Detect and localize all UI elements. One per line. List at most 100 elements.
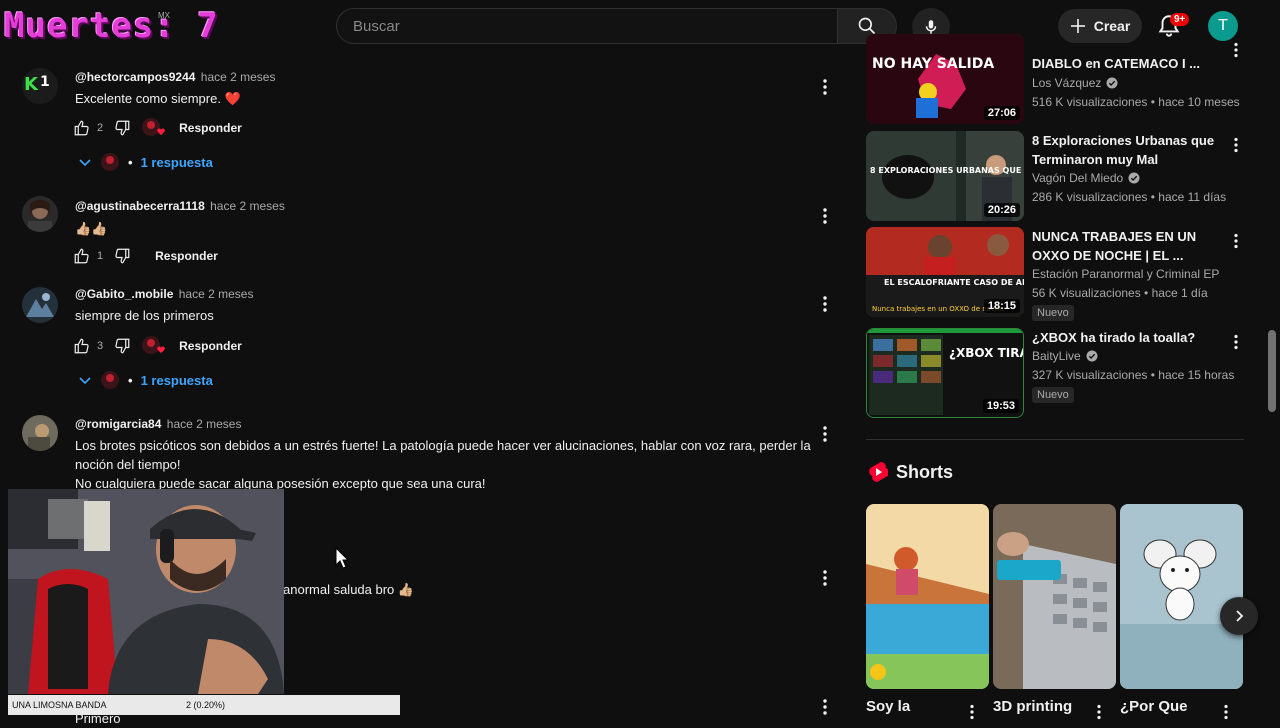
related-video[interactable]: ¿XBOX TIRA LA TOALLA? 19:53 ¿XBOX ha tir… [866,328,1266,418]
related-video[interactable]: EL ESCALOFRIANTE CASO DE AL Nunca trabaj… [866,227,1266,321]
dislike-icon[interactable] [113,337,131,355]
comment-text-line: Los brotes psicóticos son debidos a un e… [75,438,811,453]
more-options-icon[interactable] [820,78,830,96]
like-icon[interactable] [73,247,91,265]
creator-heart-icon [141,117,166,139]
more-options-icon[interactable] [1232,137,1240,153]
comment-author-handle[interactable]: @agustinabecerra1118 [75,199,205,213]
comment-author[interactable]: @romigarcia84 hace 2 meses [75,417,241,431]
comment-text: anormal saluda bro 👍🏼 [283,582,415,597]
video-thumbnail[interactable]: NO HAY SALIDA 27:06 [866,34,1024,124]
video-channel[interactable]: BaityLive [1032,349,1098,363]
comment-author[interactable]: @hectorcampos9244 hace 2 meses [75,70,275,84]
more-options-icon[interactable] [1232,334,1240,350]
related-video[interactable]: NO HAY SALIDA 27:06 DIABLO en CATEMACO I… [866,34,1266,124]
dislike-icon[interactable] [113,247,131,265]
channel-name[interactable]: Estación Paranormal y Criminal EP [1032,267,1219,281]
create-label: Crear [1093,18,1131,34]
comment-actions: 3 Responder [73,336,242,356]
related-video[interactable]: 8 EXPLORACIONES URBANAS QUE 20:26 8 Expl… [866,131,1266,221]
new-badge: Nuevo [1032,305,1074,321]
replies-count[interactable]: 1 respuesta [141,155,213,170]
video-channel[interactable]: Los Vázquez [1032,76,1118,90]
comment-author-handle[interactable]: @romigarcia84 [75,417,161,431]
channel-name[interactable]: BaityLive [1032,349,1081,363]
short-thumbnail[interactable] [1120,504,1243,689]
more-options-icon[interactable] [1095,704,1103,720]
avatar[interactable] [22,287,58,323]
video-title[interactable]: ¿XBOX ha tirado la toalla? [1032,328,1220,347]
more-options-icon[interactable] [1222,704,1230,720]
section-divider [866,439,1244,440]
shorts-icon [869,462,888,482]
avatar[interactable] [22,415,58,451]
thumbnail-text: EL ESCALOFRIANTE CASO DE AL [884,278,1024,287]
more-options-icon[interactable] [1232,42,1240,58]
comment-timestamp[interactable]: hace 2 meses [210,199,285,213]
comment-author-handle[interactable]: @Gabito_.mobile [75,287,173,301]
more-options-icon[interactable] [1232,233,1240,249]
comment-author[interactable]: @Gabito_.mobile hace 2 meses [75,287,253,301]
view-replies-button[interactable]: • 1 respuesta [78,370,213,390]
replies-count[interactable]: 1 respuesta [141,373,213,388]
shorts-next-button[interactable] [1220,597,1258,635]
video-title[interactable]: DIABLO en CATEMACO I ... [1032,54,1220,73]
video-title[interactable]: NUNCA TRABAJES EN UN OXXO DE NOCHE | EL … [1032,227,1220,265]
new-badge: Nuevo [1032,387,1074,403]
short-thumbnail[interactable] [866,504,989,689]
dislike-icon[interactable] [113,119,131,137]
video-thumbnail[interactable]: EL ESCALOFRIANTE CASO DE AL Nunca trabaj… [866,227,1024,317]
comment-text: Los brotes psicóticos son debidos a un e… [75,436,815,493]
comment-actions: 1 Responder [73,246,218,266]
comment-timestamp[interactable]: hace 2 meses [179,287,254,301]
comment-timestamp[interactable]: hace 2 meses [167,417,242,431]
view-replies-button[interactable]: • 1 respuesta [78,152,213,172]
video-channel[interactable]: Vagón Del Miedo [1032,171,1140,185]
like-icon[interactable] [73,337,91,355]
more-options-icon[interactable] [968,704,976,720]
search-input[interactable] [336,8,838,44]
like-count: 2 [97,122,104,134]
video-channel[interactable]: Estación Paranormal y Criminal EP [1032,267,1219,281]
comment-text: siempre de los primeros [75,308,214,323]
more-options-icon[interactable] [820,207,830,225]
channel-name[interactable]: Los Vázquez [1032,76,1101,90]
more-options-icon[interactable] [820,425,830,443]
avatar[interactable] [22,196,58,232]
shorts-header: Shorts [868,461,953,483]
verified-icon [1128,172,1140,184]
svg-text:K: K [24,74,39,95]
video-duration: 27:06 [983,106,1020,120]
reply-button[interactable]: Responder [179,121,242,135]
thumbnail-text: NO HAY SALIDA [872,56,994,72]
comment-author-handle[interactable]: @hectorcampos9244 [75,70,195,84]
creator-avatar-icon [101,371,119,389]
short-title[interactable]: ¿Por Que [1120,698,1188,715]
video-meta: 56 K visualizaciones • hace 1 día [1032,286,1208,300]
like-count: 1 [97,250,104,262]
notifications-badge: 9+ [1170,13,1190,26]
channel-name[interactable]: Vagón Del Miedo [1032,171,1123,185]
reply-button[interactable]: Responder [179,339,242,353]
comment-timestamp[interactable]: hace 2 meses [201,70,276,84]
video-title[interactable]: 8 Exploraciones Urbanas que Terminaron m… [1032,131,1220,169]
shorts-heading: Shorts [896,461,954,482]
reply-button[interactable]: Responder [155,249,218,263]
like-icon[interactable] [73,119,91,137]
creator-heart-icon [141,335,166,357]
comment-author[interactable]: @agustinabecerra1118 hace 2 meses [75,199,285,213]
short-title[interactable]: 3D printing [993,698,1072,715]
short-thumbnail[interactable] [993,504,1116,689]
chevron-down-icon [79,159,91,167]
more-options-icon[interactable] [820,295,830,313]
avatar[interactable]: K1 [22,68,58,104]
video-thumbnail[interactable]: ¿XBOX TIRA LA TOALLA? 19:53 [866,328,1024,418]
more-options-icon[interactable] [820,698,830,716]
video-thumbnail[interactable]: 8 EXPLORACIONES URBANAS QUE 20:26 [866,131,1024,221]
more-options-icon[interactable] [820,569,830,587]
page-scrollbar[interactable] [1268,330,1276,412]
short-title[interactable]: Soy la [866,698,910,715]
thumbnail-text: 8 EXPLORACIONES URBANAS QUE [870,166,1021,175]
video-meta: 327 K visualizaciones • hace 15 horas [1032,368,1235,382]
donation-bar: UNA LIMOSNA BANDA 2 (0.20%) [8,695,400,715]
